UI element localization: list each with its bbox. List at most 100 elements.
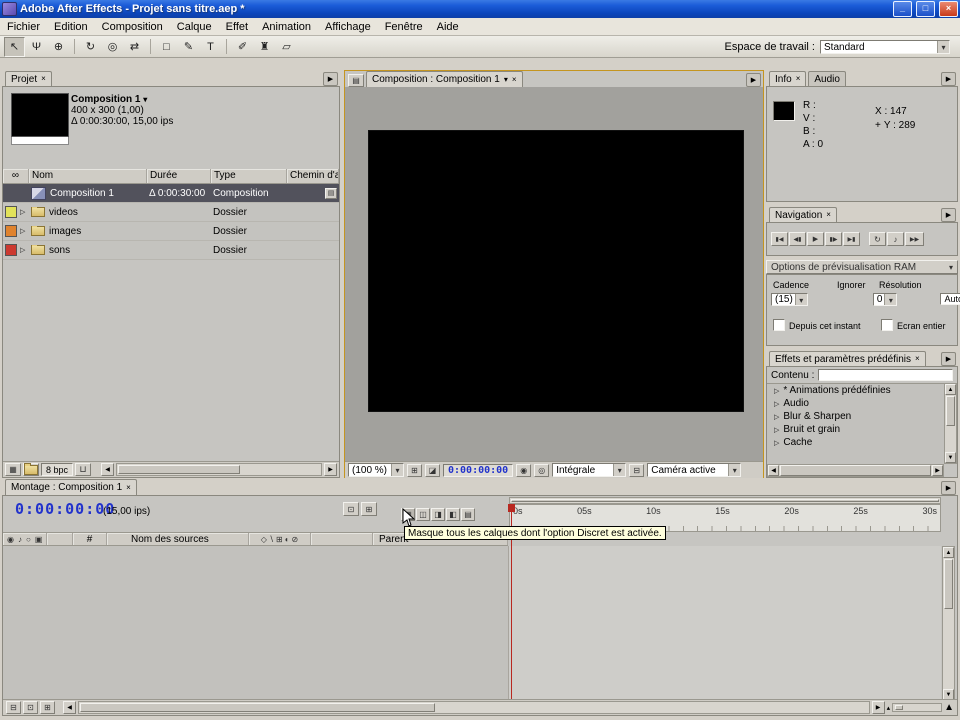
draft-3d-icon[interactable]: ◧ [446, 508, 460, 521]
solo-icon[interactable]: ○ [26, 535, 31, 544]
lock-icon[interactable]: ▣ [35, 535, 43, 544]
brush-tool[interactable]: ✐ [232, 37, 253, 57]
layer-list-area[interactable] [3, 546, 508, 701]
table-row[interactable]: ▷ videos Dossier [3, 203, 339, 222]
zoom-in-mountain-icon[interactable]: ▲ [944, 702, 954, 713]
next-frame-icon[interactable]: ▮▶ [825, 232, 842, 246]
scroll-left-icon[interactable]: ◀ [63, 701, 76, 714]
snapshot-icon[interactable]: ◉ [516, 463, 532, 477]
safe-margins-icon[interactable]: ⊞ [407, 463, 422, 477]
table-row[interactable]: ▷ sons Dossier [3, 241, 339, 260]
expander-icon[interactable]: ▷ [20, 246, 25, 254]
workspace-select[interactable]: Standard [820, 39, 950, 54]
column-type[interactable]: Type [211, 169, 287, 183]
expander-icon[interactable]: ▷ [774, 413, 779, 421]
panel-menu-arrow-icon[interactable]: ▶ [941, 208, 956, 222]
menu-fichier[interactable]: Fichier [0, 18, 47, 36]
hand-tool[interactable]: Ψ [26, 37, 47, 57]
table-row[interactable]: ▷ images Dossier [3, 222, 339, 241]
last-frame-icon[interactable]: ▶▮ [843, 232, 860, 246]
cadence-select[interactable]: (15) [771, 293, 808, 306]
previous-frame-icon[interactable]: ◀▮ [789, 232, 806, 246]
project-item-name[interactable]: Composition 1 ▾ [71, 94, 173, 105]
panel-menu-arrow-icon[interactable]: ▶ [323, 72, 338, 86]
region-of-interest-icon[interactable]: ⊟ [629, 463, 645, 477]
table-row[interactable]: Composition 1 Δ 0:00:30:00 Composition ▤ [3, 184, 339, 203]
menu-animation[interactable]: Animation [255, 18, 318, 36]
active-camera-select[interactable]: Caméra active [647, 463, 742, 477]
time-navigator[interactable] [509, 497, 941, 504]
close-button[interactable]: × [939, 1, 958, 17]
tab-info[interactable]: Info × [769, 71, 807, 86]
effects-vscrollbar[interactable]: ▲ ▼ [944, 383, 957, 464]
close-tab-icon[interactable]: × [126, 483, 131, 492]
scroll-left-icon[interactable]: ◀ [768, 465, 779, 476]
magnification-select[interactable]: (100 %) [348, 463, 404, 477]
zoom-out-mountain-icon[interactable]: ▴ [887, 704, 891, 712]
label-color[interactable] [5, 206, 17, 218]
expand-modes-pane-icon[interactable]: ⊞ [40, 701, 55, 714]
audio-icon[interactable]: ♪ [18, 535, 22, 544]
expander-icon[interactable]: ▷ [774, 439, 779, 447]
column-nom[interactable]: Nom [29, 169, 147, 183]
scroll-right-icon[interactable]: ▶ [324, 463, 337, 476]
menu-composition[interactable]: Composition [95, 18, 170, 36]
pan-behind-tool[interactable]: ⇄ [124, 37, 145, 57]
effects-search-input[interactable] [818, 369, 953, 381]
motion-blur-icon[interactable]: ◨ [431, 508, 445, 521]
comp-mini-flowchart-icon[interactable]: ⊡ [343, 502, 359, 516]
composition-timecode[interactable]: 0:00:00:00 [443, 463, 514, 477]
scroll-right-icon[interactable]: ▶ [932, 465, 943, 476]
panel-menu-arrow-icon[interactable]: ▶ [941, 481, 956, 495]
close-tab-icon[interactable]: × [512, 75, 517, 84]
clone-stamp-tool[interactable]: ♜ [254, 37, 275, 57]
channels-icon[interactable]: ◎ [534, 463, 550, 477]
adjustment-icon[interactable]: ⊘ [292, 535, 299, 544]
effects-hscrollbar[interactable]: ◀ ▶ [767, 464, 944, 477]
scroll-up-icon[interactable]: ▲ [945, 384, 956, 395]
motion-blur-icon[interactable]: ◐ [285, 535, 290, 544]
menu-aide[interactable]: Aide [430, 18, 466, 36]
list-item[interactable]: ▷ Bruit et grain [767, 423, 944, 436]
frame-blend-icon[interactable]: ⊞ [276, 535, 283, 544]
chevron-down-icon[interactable]: ▾ [504, 75, 508, 84]
column-layer-number[interactable]: # [73, 533, 107, 545]
maximize-button[interactable]: □ [916, 1, 935, 17]
panel-page-icon[interactable]: ▤ [348, 74, 364, 87]
full-screen-checkbox[interactable]: Ecran entier [881, 319, 946, 331]
timeline-hscrollbar[interactable] [78, 701, 870, 714]
effects-icon[interactable]: ∖ [269, 535, 274, 544]
panel-menu-arrow-icon[interactable]: ▶ [746, 73, 761, 87]
expander-icon[interactable]: ▷ [20, 208, 25, 216]
frame-blending-icon[interactable]: ◫ [416, 508, 430, 521]
eraser-tool[interactable]: ▱ [276, 37, 297, 57]
zoom-tool[interactable]: ⊕ [48, 37, 69, 57]
project-hscrollbar[interactable] [116, 463, 322, 476]
tab-composition[interactable]: Composition : Composition 1 ▾ × [366, 71, 523, 87]
menu-edition[interactable]: Edition [47, 18, 95, 36]
search-icon[interactable]: ∞ [3, 169, 29, 183]
composition-viewport[interactable] [345, 87, 763, 461]
label-color[interactable] [5, 244, 17, 256]
scroll-down-icon[interactable]: ▼ [945, 452, 956, 463]
tab-audio[interactable]: Audio [808, 71, 846, 86]
trash-icon[interactable]: ⊔ [75, 463, 92, 476]
mask-visibility-icon[interactable]: ◪ [425, 463, 440, 477]
column-duree[interactable]: Durée [147, 169, 211, 183]
label-color[interactable] [5, 225, 17, 237]
expand-inout-pane-icon[interactable]: ⊡ [23, 701, 38, 714]
close-tab-icon[interactable]: × [796, 75, 801, 83]
list-item[interactable]: ▷ * Animations prédéfinies [767, 384, 944, 397]
graph-editor-icon[interactable]: ▤ [461, 508, 475, 521]
composition-canvas[interactable] [368, 130, 744, 412]
tab-effects[interactable]: Effets et paramètres prédéfinis × [769, 351, 926, 366]
close-tab-icon[interactable]: × [41, 75, 46, 83]
scroll-up-icon[interactable]: ▲ [943, 547, 954, 558]
pen-tool[interactable]: ✎ [178, 37, 199, 57]
expander-icon[interactable]: ▷ [774, 400, 779, 408]
rotation-tool[interactable]: ↻ [80, 37, 101, 57]
eye-icon[interactable]: ◉ [7, 535, 14, 544]
resolution-select[interactable]: Intégrale [552, 463, 627, 477]
menu-effet[interactable]: Effet [219, 18, 255, 36]
scroll-left-icon[interactable]: ◀ [101, 463, 115, 476]
